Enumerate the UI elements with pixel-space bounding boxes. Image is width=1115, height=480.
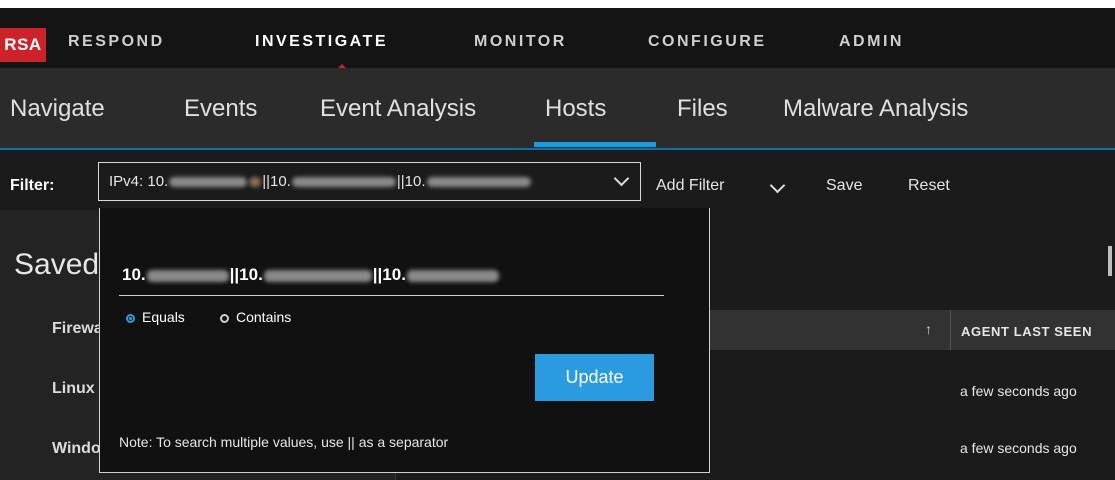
- tab-files[interactable]: Files: [677, 95, 728, 123]
- active-tab-underline: [534, 142, 656, 147]
- add-filter-chevron-icon: [769, 177, 786, 194]
- sub-nav: Navigate Events Event Analysis Hosts Fil…: [0, 68, 1115, 150]
- nav-monitor[interactable]: MONITOR: [474, 33, 567, 51]
- chevron-down-icon[interactable]: [613, 170, 630, 187]
- filter-value-input[interactable]: 10. ||10. ||10.: [119, 258, 664, 296]
- nav-admin[interactable]: ADMIN: [839, 33, 904, 51]
- column-divider: [950, 310, 951, 350]
- filter-label: Filter:: [10, 177, 55, 194]
- radio-selected-icon: [126, 314, 135, 323]
- column-header-agent-last-seen[interactable]: AGENT LAST SEEN: [961, 324, 1092, 339]
- table-cell-agent-last-seen: a few seconds ago: [960, 440, 1077, 456]
- ipv4-filter-pill[interactable]: IPv4: 10. ||10. ||10.: [98, 162, 641, 201]
- tab-malware-analysis[interactable]: Malware Analysis: [783, 95, 968, 123]
- sort-up-arrow-icon[interactable]: ↑: [925, 321, 932, 337]
- tab-events[interactable]: Events: [184, 95, 257, 123]
- nav-investigate[interactable]: INVESTIGATE: [255, 33, 388, 51]
- top-nav: RSA RESPOND INVESTIGATE MONITOR CONFIGUR…: [0, 8, 1115, 69]
- filter-value: IPv4: 10. ||10. ||10.: [109, 173, 532, 190]
- saved-query-item[interactable]: Linux: [52, 380, 95, 398]
- tab-navigate[interactable]: Navigate: [10, 95, 105, 123]
- radio-contains[interactable]: Contains: [220, 309, 291, 325]
- nav-respond[interactable]: RESPOND: [68, 33, 165, 51]
- table-cell-agent-last-seen: a few seconds ago: [960, 383, 1077, 399]
- save-button[interactable]: Save: [826, 177, 862, 195]
- filter-edit-popup: 10. ||10. ||10. Equals Contains Update Not…: [99, 208, 710, 473]
- tab-hosts[interactable]: Hosts: [545, 95, 606, 123]
- reset-button[interactable]: Reset: [908, 177, 950, 195]
- radio-equals[interactable]: Equals: [126, 309, 185, 325]
- rsa-logo: RSA: [0, 28, 46, 62]
- separator-note: Note: To search multiple values, use || …: [119, 434, 449, 450]
- add-filter-button[interactable]: Add Filter: [656, 177, 724, 195]
- panel-handle[interactable]: [1108, 246, 1112, 276]
- radio-unselected-icon: [220, 314, 229, 323]
- update-button[interactable]: Update: [535, 354, 654, 401]
- filter-bar: Filter: IPv4: 10. ||10. ||10. Add Filter S…: [0, 150, 1115, 210]
- nav-configure[interactable]: CONFIGURE: [648, 33, 767, 51]
- tab-event-analysis[interactable]: Event Analysis: [320, 95, 476, 123]
- app-window: RSA RESPOND INVESTIGATE MONITOR CONFIGUR…: [0, 8, 1115, 480]
